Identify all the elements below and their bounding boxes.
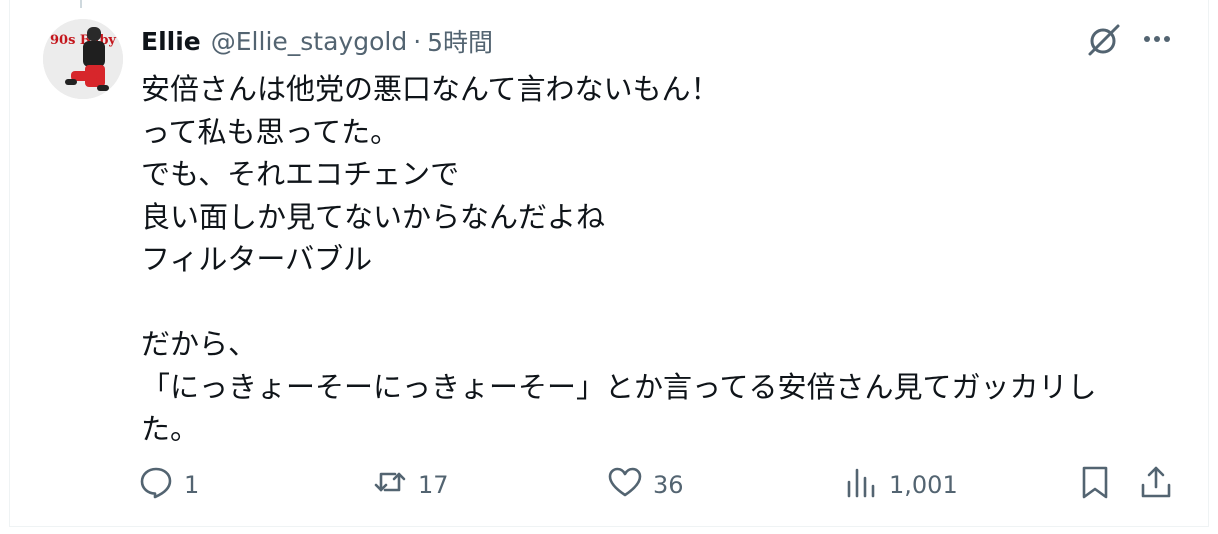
author-handle[interactable]: @Ellie_staygold	[211, 27, 407, 56]
views-count: 1,001	[889, 471, 958, 499]
tweet-text-line: だから、	[141, 327, 258, 361]
action-bar: 1 17 36 1,001	[0, 463, 1218, 507]
reply-button[interactable]: 1	[138, 463, 199, 507]
avatar[interactable]: 90s Baby	[43, 19, 123, 99]
repost-button[interactable]: 17	[372, 463, 449, 507]
tweet-header: Ellie @Ellie_staygold · 5時間	[141, 24, 493, 58]
like-button[interactable]: 36	[607, 463, 684, 507]
share-icon	[1138, 464, 1174, 506]
like-count: 36	[653, 471, 684, 499]
views-icon	[843, 464, 879, 506]
grok-icon[interactable]	[1084, 20, 1124, 60]
separator-dot: ·	[413, 26, 422, 56]
tweet-text-line: た。	[141, 412, 200, 446]
tweet-text-line: 良い面しか見てないからなんだよね	[141, 199, 606, 234]
repost-count: 17	[418, 471, 449, 499]
tweet-text-line: 「にっきょーそーにっきょーそー」とか言ってる安倍さん見てガッカリし	[141, 369, 1097, 404]
share-button[interactable]	[1138, 463, 1174, 507]
repost-icon	[372, 464, 408, 506]
tweet-text-line: フィルターバブル	[141, 242, 373, 276]
tweet-text: 安倍さんは他党の悪口なんて言わないもん！ って私も思ってた。 でも、それエコチェ…	[141, 68, 1141, 451]
views-button[interactable]: 1,001	[843, 463, 958, 507]
tweet-text-line: って私も思ってた。	[141, 114, 400, 149]
bookmark-icon	[1077, 464, 1113, 506]
like-icon	[607, 464, 643, 506]
more-icon[interactable]	[1138, 20, 1178, 60]
timestamp[interactable]: 5時間	[427, 23, 493, 59]
bookmark-button[interactable]	[1077, 463, 1113, 507]
thread-connector-line	[80, 0, 82, 8]
reply-count: 1	[184, 471, 200, 499]
reply-icon	[138, 464, 174, 506]
author-name[interactable]: Ellie	[141, 27, 201, 56]
tweet-text-line	[141, 281, 1141, 324]
tweet-text-line: でも、それエコチェンで	[141, 157, 460, 191]
tweet-text-line: 安倍さんは他党の悪口なんて言わないもん！	[141, 72, 720, 106]
